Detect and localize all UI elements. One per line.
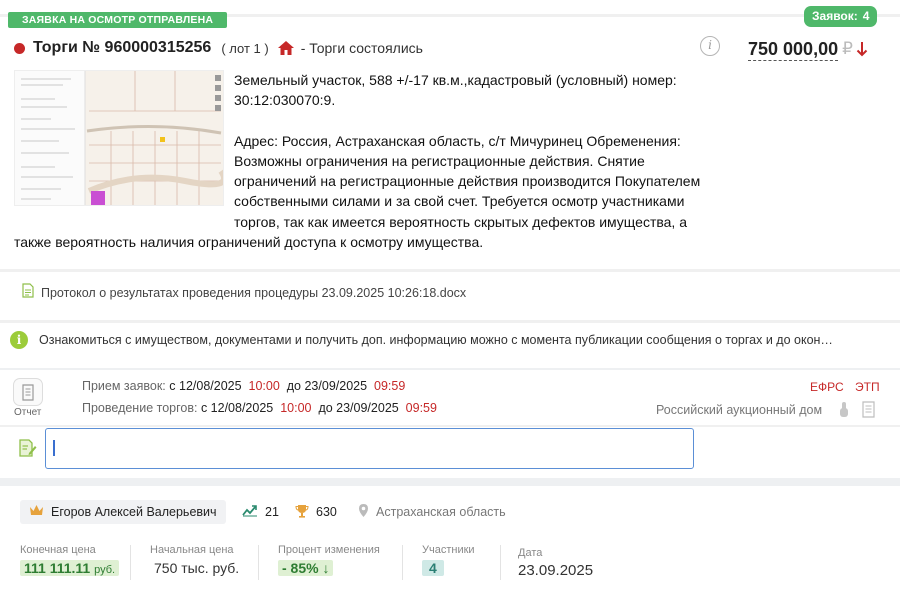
final-price-unit: руб. <box>94 564 116 576</box>
inspection-sent-tag: ЗАЯВКА НА ОСМОТР ОТПРАВЛЕНА <box>8 12 228 28</box>
region-block: Астраханская область <box>358 503 506 521</box>
divider <box>258 545 259 580</box>
document-link-row[interactable]: Протокол о результатах проведения процед… <box>22 283 466 303</box>
info-icon[interactable]: i <box>700 36 720 56</box>
auction-from: с 12/08/2025 <box>200 401 274 415</box>
change-label: Процент изменения <box>278 544 380 556</box>
region-name: Астраханская область <box>376 505 506 519</box>
applications-from-time: 10:00 <box>248 379 280 393</box>
start-price-label: Начальная цена <box>150 544 234 556</box>
trend-chart-icon <box>242 504 258 520</box>
house-icon <box>277 40 295 56</box>
stat-lots-value: 21 <box>265 505 279 519</box>
applications-label: Прием заявок: <box>82 379 166 393</box>
arrow-down-icon: ↓ <box>322 560 330 576</box>
participants-block: 4 <box>422 557 444 579</box>
platform-name: Российский аукционный дом <box>656 403 823 417</box>
winner-chip[interactable]: Егоров Алексей Валерьевич <box>20 500 226 524</box>
stat-wins: 630 <box>295 503 337 521</box>
lot-price[interactable]: 750 000,00 <box>748 38 839 61</box>
price-down-arrow-icon <box>856 41 868 57</box>
date-value: 23.09.2025 <box>518 562 594 579</box>
change-value: - 85% <box>282 560 319 576</box>
divider <box>500 545 501 580</box>
participants-label: Участники <box>422 544 475 556</box>
applications-to-time: 09:59 <box>374 379 406 393</box>
applications-to: до 23/09/2025 <box>286 379 368 393</box>
lot-title-row: Торги № 960000315256 ( лот 1 ) - Торги с… <box>14 37 423 59</box>
lot-title-link[interactable]: Торги № 960000315256 <box>33 39 211 57</box>
text-cursor <box>53 440 55 456</box>
document-list-icon[interactable] <box>862 401 875 418</box>
participants-value: 4 <box>422 560 444 576</box>
change-block: - 85% ↓ <box>278 557 334 579</box>
price-block: 750 000,00 ₽ <box>748 36 868 62</box>
stat-wins-value: 630 <box>316 505 337 519</box>
trophy-icon <box>295 504 309 521</box>
lot-number: ( лот 1 ) <box>221 40 269 56</box>
hand-pointer-icon[interactable] <box>838 401 850 418</box>
final-price-box: 111 111.11 руб. <box>20 560 120 576</box>
etp-link[interactable]: ЭТП <box>855 380 880 394</box>
final-price: 111 111.11 руб. <box>20 557 120 579</box>
notice-text: Ознакомиться с имуществом, документами и… <box>39 333 833 347</box>
document-icon <box>22 283 34 303</box>
final-price-label: Конечная цена <box>20 544 96 556</box>
divider <box>130 545 131 580</box>
bids-count-badge[interactable]: Заявок: 4 <box>804 6 878 27</box>
info-circle-icon: i <box>10 331 28 349</box>
report-button[interactable] <box>13 378 43 406</box>
location-pin-icon <box>358 503 369 521</box>
report-icon <box>22 383 34 401</box>
bids-count: 4 <box>862 9 870 23</box>
change-box: - 85% ↓ <box>278 560 334 576</box>
applications-from: с 12/08/2025 <box>169 379 242 393</box>
notice-row: i Ознакомиться с имуществом, документами… <box>10 329 890 351</box>
crown-icon <box>29 503 44 521</box>
auction-label: Проведение торгов: <box>82 401 198 415</box>
divider <box>0 269 900 272</box>
auction-to: до 23/09/2025 <box>318 401 399 415</box>
report-label: Отчет <box>14 407 42 418</box>
date-label: Дата <box>518 547 543 559</box>
stat-lots: 21 <box>242 503 279 521</box>
status-dot-icon <box>14 42 25 54</box>
currency-sign: ₽ <box>842 39 853 58</box>
divider <box>402 545 403 580</box>
applications-period: Прием заявок: с 12/08/2025 10:00 до 23/0… <box>82 379 405 393</box>
divider <box>0 425 900 427</box>
auction-from-time: 10:00 <box>280 401 312 415</box>
start-price-value: 750 тыс. руб. <box>154 560 240 576</box>
auction-period: Проведение торгов: с 12/08/2025 10:00 до… <box>82 401 437 415</box>
auction-to-time: 09:59 <box>405 401 437 415</box>
edit-note-icon <box>19 438 37 458</box>
bids-label: Заявок: <box>812 9 858 23</box>
comment-input[interactable] <box>45 428 694 469</box>
protocol-document-link[interactable]: Протокол о результатах проведения процед… <box>41 286 466 300</box>
final-price-value: 111 111.11 <box>24 560 91 576</box>
auction-status: - Торги состоялись <box>300 40 423 56</box>
winner-name: Егоров Алексей Валерьевич <box>51 505 217 519</box>
divider <box>0 320 900 323</box>
lot-description: Земельный участок, 588 +/-17 кв.м.,кадас… <box>14 70 714 252</box>
efrs-link[interactable]: ЕФРС <box>810 380 844 394</box>
